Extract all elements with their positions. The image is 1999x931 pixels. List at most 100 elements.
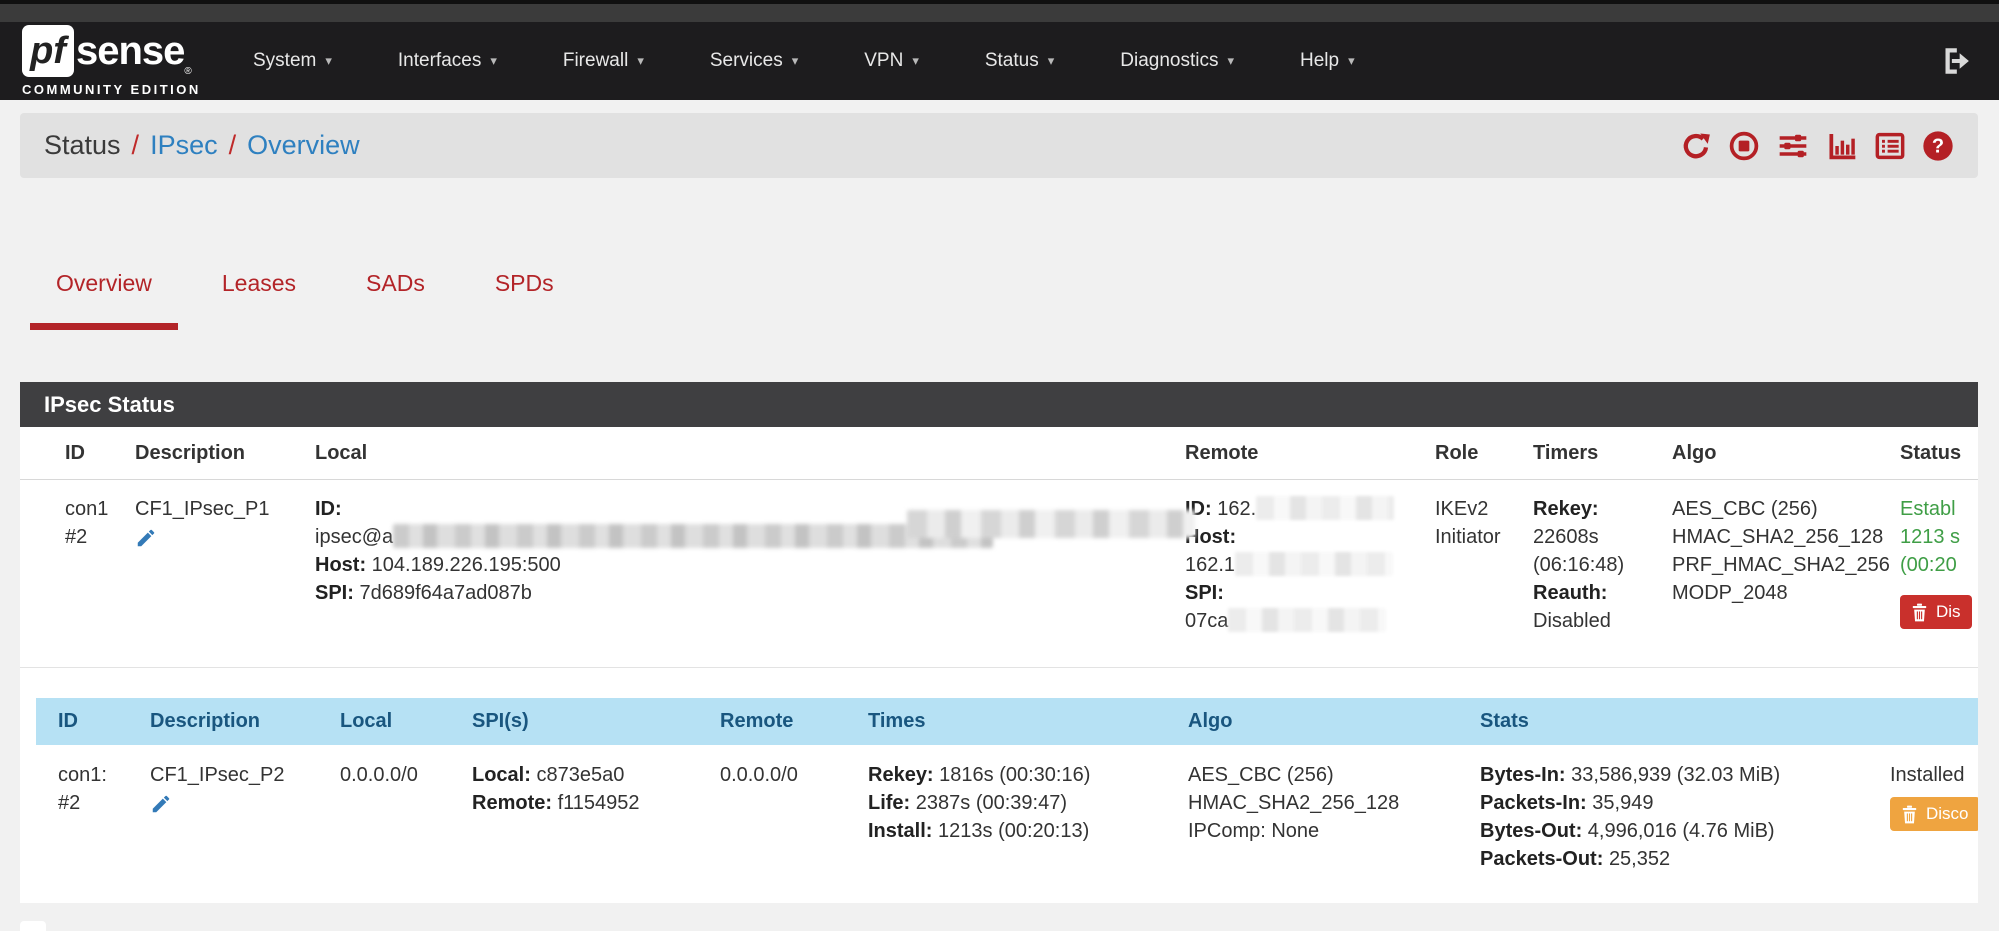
refresh-icon[interactable] bbox=[1680, 130, 1712, 162]
status-installed: Installed bbox=[1890, 761, 1978, 789]
status-uptime-clock: (00:20 bbox=[1900, 551, 1978, 579]
edit-pencil-icon[interactable] bbox=[150, 793, 172, 823]
nav-item-status[interactable]: Status ▾ bbox=[952, 50, 1087, 72]
description-text: CF1_IPsec_P2 bbox=[150, 761, 324, 789]
algo-cipher: AES_CBC (256) bbox=[1188, 761, 1464, 789]
nav-item-firewall[interactable]: Firewall ▾ bbox=[530, 50, 677, 72]
local-id-value: ipsec@a bbox=[315, 526, 393, 548]
connection-id-number: #2 bbox=[65, 523, 119, 551]
reauth-value: Disabled bbox=[1533, 607, 1656, 635]
rekey-label: Rekey: bbox=[1533, 498, 1599, 520]
bar-chart-icon[interactable] bbox=[1826, 130, 1858, 162]
table-row-p1: con1 #2 CF1_IPsec_P1 ID: ipsec@a Host: 1… bbox=[20, 480, 1978, 668]
caret-down-icon: ▾ bbox=[1048, 53, 1055, 69]
status-uptime-seconds: 1213 s bbox=[1900, 523, 1978, 551]
ipsec-status-panel: IPsec Status ID Description Local Remote… bbox=[20, 382, 1978, 903]
nav-label: Status bbox=[985, 50, 1039, 72]
connection-id: con1 bbox=[65, 495, 119, 523]
cell-timers: Rekey: 22608s (06:16:48) Reauth: Disable… bbox=[1533, 495, 1672, 645]
nav-item-system[interactable]: System ▾ bbox=[220, 50, 365, 72]
description-text: CF1_IPsec_P1 bbox=[135, 495, 299, 523]
redacted-text bbox=[1256, 496, 1394, 520]
tab-overview[interactable]: Overview bbox=[30, 228, 178, 330]
nav-item-help[interactable]: Help ▾ bbox=[1267, 50, 1388, 72]
cell-role: IKEv2 Initiator bbox=[1435, 495, 1533, 645]
sliders-icon[interactable] bbox=[1776, 130, 1810, 162]
packets-out-value: 25,352 bbox=[1609, 848, 1670, 870]
spi-local-label: Local: bbox=[472, 764, 531, 786]
cell-local: 0.0.0.0/0 bbox=[340, 761, 472, 877]
remote-spi-value: 07ca bbox=[1185, 610, 1228, 632]
packets-in-value: 35,949 bbox=[1592, 792, 1653, 814]
local-host-value: 104.189.226.195:500 bbox=[372, 554, 561, 576]
nav-label: Firewall bbox=[563, 50, 628, 72]
nav-label: Help bbox=[1300, 50, 1339, 72]
column-header-timers: Timers bbox=[1533, 442, 1672, 465]
column-header-algo: Algo bbox=[1672, 442, 1900, 465]
cell-description: CF1_IPsec_P1 bbox=[135, 495, 315, 645]
algo-hash: HMAC_SHA2_256_128 bbox=[1188, 789, 1464, 817]
redacted-text bbox=[1228, 608, 1386, 632]
cell-id: con1: #2 bbox=[58, 761, 150, 877]
packets-in-label: Packets-In: bbox=[1480, 792, 1587, 814]
breadcrumb-link-overview[interactable]: Overview bbox=[247, 130, 360, 161]
connection-id: con1: bbox=[58, 761, 134, 789]
local-id-line: ipsec@a bbox=[315, 523, 1169, 551]
local-spi-label: SPI: bbox=[315, 582, 354, 604]
panel-title-text: IPsec Status bbox=[44, 392, 175, 418]
nav-item-services[interactable]: Services ▾ bbox=[677, 50, 831, 72]
column-header-spis: SPI(s) bbox=[472, 710, 720, 733]
caret-down-icon: ▾ bbox=[637, 53, 644, 69]
help-icon[interactable]: ? bbox=[1922, 130, 1954, 162]
disconnect-label: Disco bbox=[1926, 804, 1969, 824]
remote-host-value: 162.1 bbox=[1185, 554, 1235, 576]
cell-times: Rekey: 1816s (00:30:16) Life: 2387s (00:… bbox=[868, 761, 1188, 877]
tab-spds[interactable]: SPDs bbox=[469, 228, 580, 330]
column-header-times: Times bbox=[868, 710, 1188, 733]
p2-header-row: ID Description Local SPI(s) Remote Times… bbox=[36, 698, 1978, 745]
column-header-remote: Remote bbox=[720, 710, 868, 733]
column-header-role: Role bbox=[1435, 442, 1533, 465]
local-spi-value: 7d689f64a7ad087b bbox=[359, 582, 531, 604]
table-row-p2: con1: #2 CF1_IPsec_P2 0.0.0.0/0 Local: c… bbox=[36, 745, 1978, 903]
tab-leases[interactable]: Leases bbox=[196, 228, 322, 330]
nav-label: VPN bbox=[864, 50, 903, 72]
nav-label: System bbox=[253, 50, 316, 72]
breadcrumb-link-ipsec[interactable]: IPsec bbox=[150, 130, 218, 161]
nav-item-interfaces[interactable]: Interfaces ▾ bbox=[365, 50, 530, 72]
disconnect-button[interactable]: Dis bbox=[1900, 595, 1972, 629]
pfsense-logo[interactable]: pf sense ® COMMUNITY EDITION bbox=[22, 25, 200, 97]
column-header-local: Local bbox=[315, 442, 1185, 465]
navbar-top-strip bbox=[0, 0, 1999, 22]
disconnect-button[interactable]: Disco bbox=[1890, 797, 1978, 831]
cell-remote: ID: 162. Host: 162.1 SPI: 07ca bbox=[1185, 495, 1435, 645]
status-established: Establ bbox=[1900, 495, 1978, 523]
p2-table: ID Description Local SPI(s) Remote Times… bbox=[36, 698, 1978, 903]
nav-item-vpn[interactable]: VPN ▾ bbox=[831, 50, 952, 72]
cell-description: CF1_IPsec_P2 bbox=[150, 761, 340, 877]
log-list-icon[interactable] bbox=[1874, 130, 1906, 162]
breadcrumb-separator: / bbox=[229, 130, 237, 161]
breadcrumb-section: Status bbox=[44, 130, 121, 161]
life-label: Life: bbox=[868, 792, 910, 814]
main-menu: System ▾ Interfaces ▾ Firewall ▾ Service… bbox=[220, 50, 1388, 72]
reauth-label: Reauth: bbox=[1533, 582, 1607, 604]
column-header-algo: Algo bbox=[1188, 710, 1480, 733]
logo-edition-text: COMMUNITY EDITION bbox=[22, 82, 200, 97]
nav-item-diagnostics[interactable]: Diagnostics ▾ bbox=[1087, 50, 1267, 72]
sign-out-icon[interactable] bbox=[1937, 44, 1971, 78]
tab-bar: Overview Leases SADs SPDs bbox=[30, 228, 1999, 330]
column-header-id: ID bbox=[65, 442, 135, 465]
p1-header-row: ID Description Local Remote Role Timers … bbox=[20, 427, 1978, 480]
local-id-label: ID: bbox=[315, 498, 342, 520]
bytes-out-label: Bytes-Out: bbox=[1480, 820, 1582, 842]
remote-spi-label: SPI: bbox=[1185, 582, 1224, 604]
caret-down-icon: ▾ bbox=[792, 53, 799, 69]
svg-text:?: ? bbox=[1932, 135, 1944, 157]
tab-sads[interactable]: SADs bbox=[340, 228, 451, 330]
spi-remote-value: f1154952 bbox=[558, 792, 640, 814]
remote-id-value: 162. bbox=[1217, 498, 1256, 520]
edit-pencil-icon[interactable] bbox=[135, 527, 157, 557]
stop-icon[interactable] bbox=[1728, 130, 1760, 162]
top-navbar: pf sense ® COMMUNITY EDITION System ▾ In… bbox=[0, 0, 1999, 100]
